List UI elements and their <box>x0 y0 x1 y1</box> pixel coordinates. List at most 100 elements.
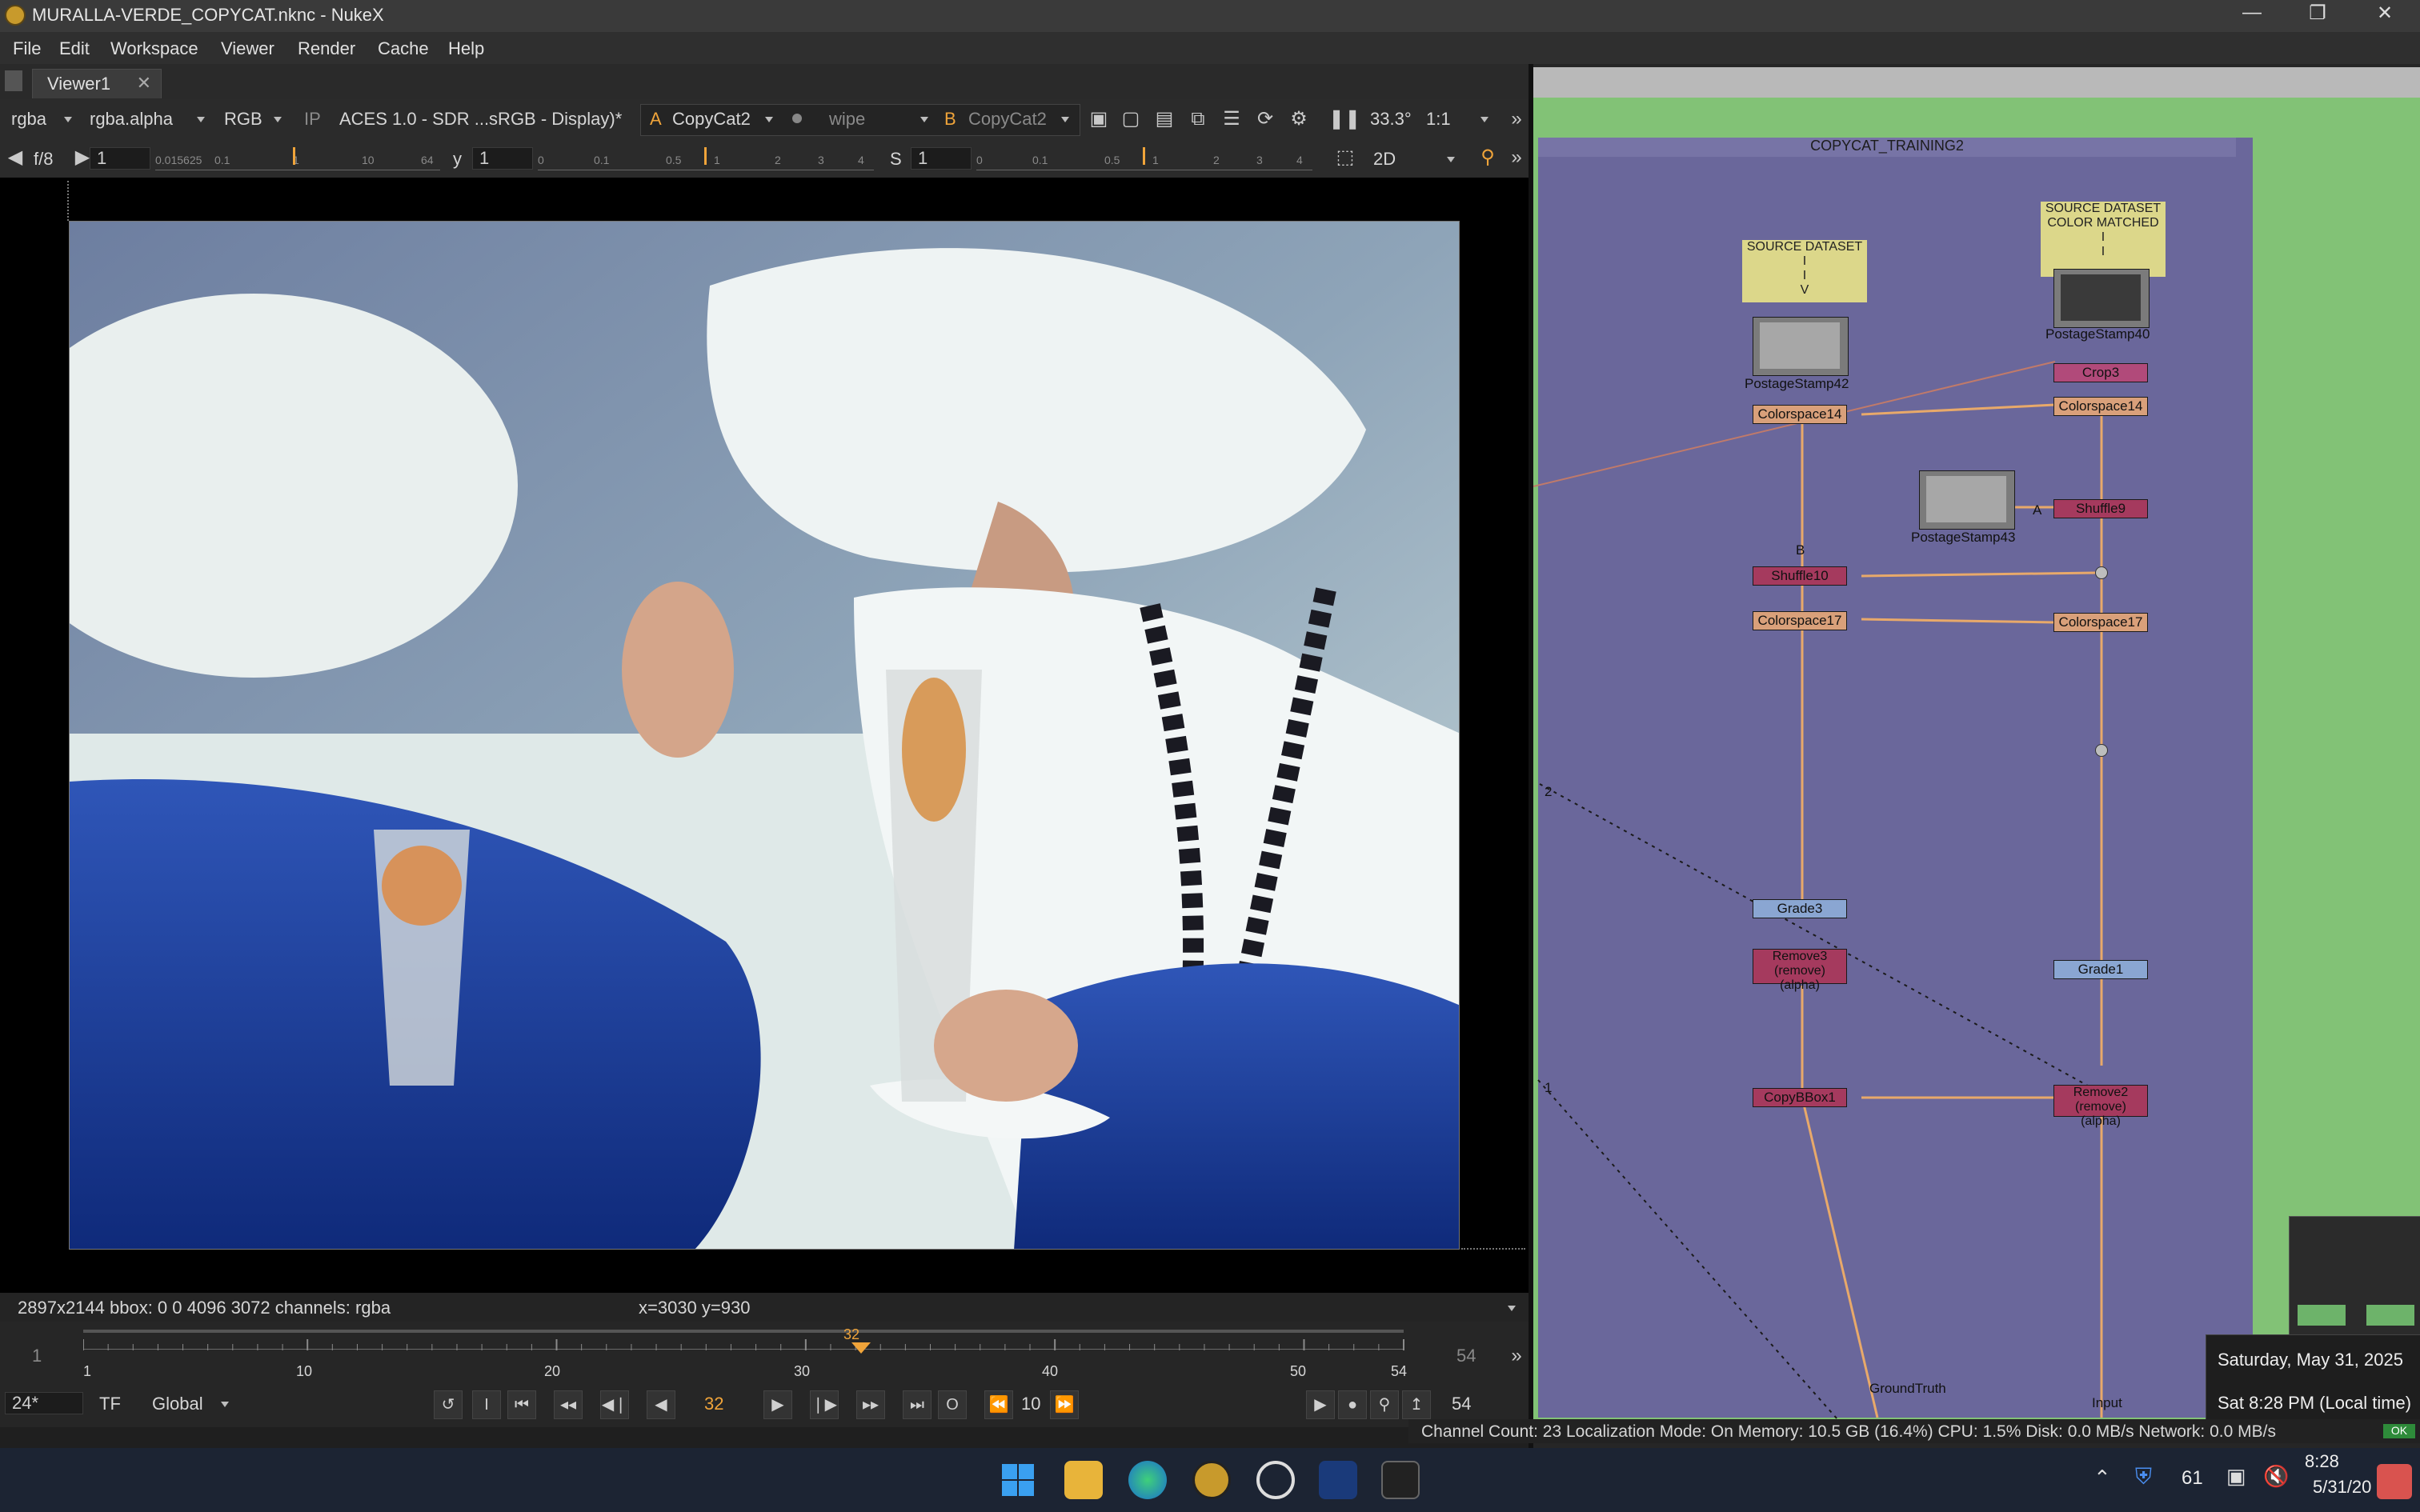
tab-close-icon[interactable]: ✕ <box>137 73 151 94</box>
file-explorer-icon[interactable] <box>1064 1461 1103 1499</box>
colorspace-node[interactable]: Colorspace17 <box>1753 611 1847 630</box>
step-field[interactable]: 10 <box>1021 1394 1040 1414</box>
menu-viewer[interactable]: Viewer <box>221 38 274 59</box>
arrow-left-icon[interactable]: ◀ <box>5 147 26 168</box>
a-input-dropdown[interactable]: CopyCat2 <box>672 109 751 130</box>
dot-node[interactable] <box>2095 566 2108 579</box>
lock-icon[interactable]: ⚲ <box>1477 147 1498 168</box>
gamma-field[interactable]: 1 <box>472 147 533 170</box>
tray-chevron-icon[interactable]: ⌃ <box>2093 1466 2111 1490</box>
next-keyframe-icon[interactable]: ▸▸ <box>856 1390 885 1419</box>
prev-frame-icon[interactable]: ◀❘ <box>600 1390 629 1419</box>
frame-field[interactable]: 32 <box>704 1394 723 1414</box>
menu-help[interactable]: Help <box>448 38 484 59</box>
grade-node[interactable]: Grade3 <box>1753 899 1847 918</box>
postage-stamp-node[interactable] <box>1753 317 1849 376</box>
next-frame-icon[interactable]: ❘▶ <box>810 1390 839 1419</box>
slider-handle[interactable] <box>704 147 707 165</box>
copybbox-node[interactable]: CopyBBox1 <box>1753 1088 1847 1107</box>
out-field[interactable]: 54 <box>1452 1394 1471 1414</box>
shuffle-node[interactable]: Shuffle10 <box>1753 566 1847 586</box>
export-icon[interactable]: ↥ <box>1402 1390 1431 1419</box>
nuke-app-icon[interactable] <box>1192 1461 1231 1499</box>
menu-workspace[interactable]: Workspace <box>110 38 198 59</box>
refresh-icon[interactable]: ⟳ <box>1255 109 1276 130</box>
taskbar-clock-date[interactable]: 5/31/20 <box>2313 1477 2371 1498</box>
step-forward-icon[interactable]: ⏩ <box>1050 1390 1079 1419</box>
colorspace-node[interactable]: Colorspace14 <box>2053 397 2148 416</box>
gamma-slider[interactable]: 0 0.1 0.5 1 2 3 4 <box>538 147 874 170</box>
fps-dropdown[interactable]: 24* <box>5 1392 83 1414</box>
alpha-dropdown[interactable]: rgba.alpha <box>90 109 173 130</box>
expand-icon[interactable]: » <box>1506 1346 1527 1366</box>
expand-icon[interactable]: » <box>1506 147 1527 168</box>
notification-icon[interactable] <box>2377 1464 2412 1499</box>
pane-menu-icon[interactable] <box>5 70 22 91</box>
crop-region-icon[interactable]: ⬚ <box>1335 147 1356 168</box>
proxy-icon[interactable]: ▢ <box>1120 109 1141 130</box>
sticky-source-dataset[interactable]: SOURCE DATASET I I V <box>1742 240 1867 302</box>
display-channels-dropdown[interactable]: RGB <box>224 109 262 130</box>
pause-icon[interactable]: ❚❚ <box>1328 109 1360 130</box>
timeline-in[interactable]: 1 <box>32 1346 42 1366</box>
remove-node[interactable]: Remove2 (remove) (alpha) <box>2053 1085 2148 1128</box>
timeline-out[interactable]: 54 <box>1456 1346 1476 1366</box>
tab-viewer1[interactable]: Viewer1 ✕ <box>32 69 162 98</box>
slider-handle[interactable] <box>293 147 295 165</box>
gain-slider[interactable]: 0.015625 0.1 1 10 64 <box>155 147 440 170</box>
wipe-dropdown[interactable]: wipe <box>829 109 865 130</box>
minimize-icon[interactable]: — <box>2228 2 2276 24</box>
menu-cache[interactable]: Cache <box>378 38 429 59</box>
network-icon[interactable]: ▣ <box>2226 1464 2246 1489</box>
security-shield-icon[interactable]: ⛨ <box>2135 1464 2152 1490</box>
postage-stamp-node[interactable] <box>2053 269 2150 328</box>
flipbook-icon[interactable]: ▶ <box>1306 1390 1335 1419</box>
colorspace-node[interactable]: Colorspace17 <box>2053 613 2148 632</box>
roi-icon[interactable]: ▣ <box>1088 109 1109 130</box>
in-point-button[interactable]: I <box>472 1390 501 1419</box>
step-back-icon[interactable]: ⏪ <box>984 1390 1013 1419</box>
edge-browser-icon[interactable] <box>1128 1461 1167 1499</box>
channels-dropdown[interactable]: rgba <box>11 109 46 130</box>
record-icon[interactable]: ● <box>1338 1390 1367 1419</box>
chevron-down-icon[interactable] <box>1508 1306 1516 1311</box>
windows-start-icon[interactable] <box>999 1461 1037 1499</box>
grade-node[interactable]: Grade1 <box>2053 960 2148 979</box>
saturation-field[interactable]: 1 <box>911 147 972 170</box>
menu-file[interactable]: File <box>13 38 41 59</box>
settings-icon[interactable]: ⚙ <box>1288 109 1309 130</box>
loop-icon[interactable]: ↺ <box>434 1390 463 1419</box>
saturation-slider[interactable]: 0 0.1 0.5 1 2 3 4 <box>976 147 1312 170</box>
overlay-icon[interactable]: ⧉ <box>1188 109 1208 130</box>
menu-edit[interactable]: Edit <box>59 38 90 59</box>
last-frame-icon[interactable]: ⏭ <box>903 1390 932 1419</box>
app-icon[interactable] <box>1319 1461 1357 1499</box>
fstop-label[interactable]: f/8 <box>34 149 53 170</box>
colorspace-dropdown[interactable]: ACES 1.0 - SDR ...sRGB - Display)* <box>339 109 622 130</box>
scope-dropdown[interactable]: Global <box>152 1394 203 1414</box>
volume-muted-icon[interactable]: 🔇 <box>2263 1464 2289 1489</box>
graph-minimap[interactable] <box>2289 1216 2420 1338</box>
colorspace-node[interactable]: Colorspace14 <box>1753 405 1847 424</box>
close-icon[interactable]: ✕ <box>2361 2 2409 25</box>
zoom-value[interactable]: 33.3° <box>1370 109 1412 130</box>
b-input-dropdown[interactable]: CopyCat2 <box>968 109 1047 130</box>
wipe-mode-icon[interactable]: ▤ <box>1154 109 1175 130</box>
ratio-dropdown[interactable]: 1:1 <box>1426 109 1451 130</box>
chatgpt-icon[interactable] <box>1256 1461 1295 1499</box>
play-icon[interactable]: ▶ <box>763 1390 792 1419</box>
dot-node[interactable] <box>2095 744 2108 757</box>
sticky-source-dataset-color-matched[interactable]: SOURCE DATASET COLOR MATCHED I I <box>2041 202 2166 277</box>
list-icon[interactable]: ☰ <box>1221 109 1242 130</box>
terminal-icon[interactable] <box>1381 1461 1420 1499</box>
shuffle-node[interactable]: Shuffle9 <box>2053 499 2148 518</box>
crop-node[interactable]: Crop3 <box>2053 363 2148 382</box>
remove-node[interactable]: Remove3 (remove) (alpha) <box>1753 949 1847 992</box>
first-frame-icon[interactable]: ⏮ <box>507 1390 536 1419</box>
postage-stamp-node[interactable] <box>1919 470 2015 530</box>
expand-icon[interactable]: » <box>1506 109 1527 130</box>
lock-icon[interactable]: ⚲ <box>1370 1390 1399 1419</box>
slider-handle[interactable] <box>1143 147 1145 165</box>
play-backward-icon[interactable]: ◀ <box>647 1390 675 1419</box>
out-point-button[interactable]: O <box>938 1390 967 1419</box>
